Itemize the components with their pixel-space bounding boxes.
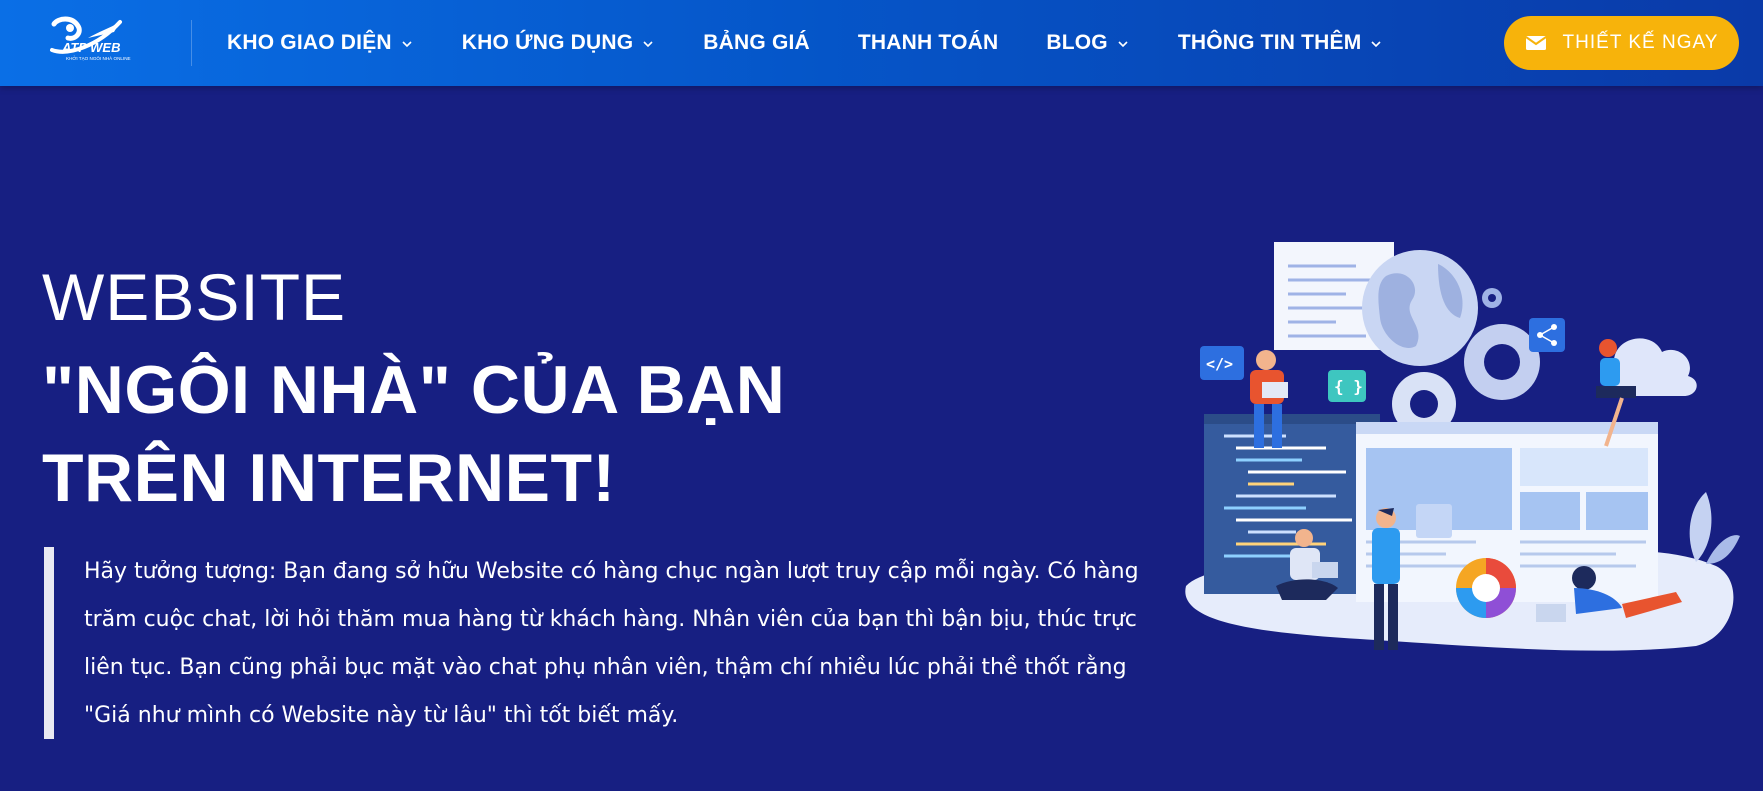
- code-icon: </>: [1200, 346, 1244, 380]
- color-wheel-icon: [1456, 558, 1516, 618]
- nav-item-blog[interactable]: BLOG: [1046, 0, 1129, 86]
- nav-item-label: BLOG: [1046, 31, 1108, 54]
- logo-divider: [191, 20, 192, 66]
- hero-description: Hãy tưởng tượng: Bạn đang sở hữu Website…: [84, 559, 1139, 728]
- hero-kicker: WEBSITE: [42, 260, 347, 334]
- nav-item-kho-ung-dung[interactable]: KHO ỨNG DỤNG: [462, 0, 656, 86]
- globe-icon: [1362, 250, 1478, 366]
- main-nav: KHO GIAO DIỆN KHO ỨNG DỤNG BẢNG GIÁ THAN…: [227, 0, 1383, 86]
- quote-bar: [44, 547, 54, 739]
- nav-item-label: KHO ỨNG DỤNG: [461, 31, 634, 54]
- logo-tagline: KHỞI TẠO NGÔI NHÀ ONLINE: [66, 55, 131, 61]
- nav-item-label: BẢNG GIÁ: [703, 31, 810, 54]
- plant-shape: [1689, 492, 1740, 564]
- envelope-icon: [1524, 36, 1547, 50]
- nav-item-label: THANH TOÁN: [857, 31, 999, 54]
- braces-tag-text: { }: [1334, 377, 1363, 396]
- nav-item-bang-gia[interactable]: BẢNG GIÁ: [703, 0, 810, 86]
- chevron-down-icon: [643, 41, 653, 48]
- code-tag-text: </>: [1206, 355, 1233, 373]
- site-header: ATP WEB KHỞI TẠO NGÔI NHÀ ONLINE KHO GIA…: [0, 0, 1763, 86]
- hero-title: "NGÔI NHÀ" CỦA BẠN TRÊN INTERNET!: [42, 352, 786, 516]
- nav-item-thong-tin-them[interactable]: THÔNG TIN THÊM: [1178, 0, 1384, 86]
- site-logo[interactable]: ATP WEB KHỞI TẠO NGÔI NHÀ ONLINE: [48, 16, 154, 70]
- chevron-down-icon: [1371, 41, 1382, 48]
- braces-icon: { }: [1328, 370, 1366, 402]
- chevron-down-icon: [402, 41, 412, 48]
- nav-item-thanh-toan[interactable]: THANH TOÁN: [858, 0, 998, 86]
- nav-item-label: THÔNG TIN THÊM: [1177, 31, 1362, 54]
- nav-item-kho-giao-dien[interactable]: KHO GIAO DIỆN: [227, 0, 414, 86]
- design-now-button[interactable]: THIẾT KẾ NGAY: [1504, 16, 1739, 70]
- chevron-down-icon: [1118, 41, 1128, 48]
- design-now-label: THIẾT KẾ NGAY: [1562, 32, 1719, 53]
- hero-illustration: </> { }: [1176, 236, 1742, 686]
- nav-item-label: KHO GIAO DIỆN: [227, 31, 392, 54]
- share-icon: [1529, 318, 1565, 352]
- logo-text: ATP WEB: [61, 40, 121, 55]
